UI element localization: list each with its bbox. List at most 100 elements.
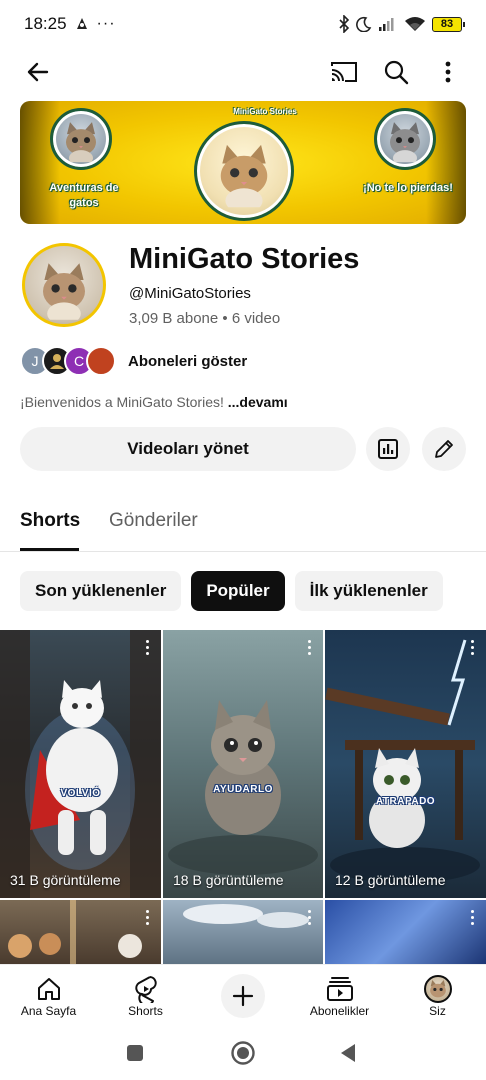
banner-right-text: ¡No te lo pierdas! [363,182,453,194]
active-tab-indicator [20,548,79,551]
banner-shade-right [426,101,466,224]
top-app-bar [0,48,486,96]
status-time: 18:25 [24,14,67,33]
wifi-icon [405,17,425,31]
nav-home[interactable]: Ana Sayfa [0,965,97,1027]
subscriber-letter: J [31,353,39,369]
status-more: ··· [96,15,116,32]
short-more-button[interactable] [143,910,151,928]
analytics-icon [378,439,398,459]
nav-home-label: Ana Sayfa [20,1004,77,1018]
create-button[interactable] [220,974,265,1018]
channel-handle: @MiniGatoStories [129,285,251,302]
chip-latest[interactable]: Son yüklenenler [20,571,182,611]
search-button[interactable] [376,52,416,92]
subscriptions-icon [326,977,353,1001]
short-thumbnail-image [168,700,318,875]
square-icon [127,1045,143,1061]
shorts-grid: VOLVIÓ 31 B görüntüleme AYUDARLO 18 B gö… [0,630,486,964]
signal-icon [379,18,394,31]
banner-cat-right [374,108,436,170]
channel-meta: 3,09 B abone • 6 video [129,310,281,327]
plus-icon [232,985,253,1007]
chip-oldest[interactable]: İlk yüklenenler [294,571,443,611]
banner-left-text: Aventuras de gatos [49,182,119,209]
more-vert-icon [445,61,451,83]
short-more-button[interactable] [143,640,151,658]
analytics-button[interactable] [366,427,410,471]
short-view-count: 12 B görüntüleme [335,872,446,888]
cat-face-icon [390,122,420,163]
recents-button[interactable] [120,1038,150,1068]
short-more-button[interactable] [468,640,476,658]
home-system-button[interactable] [228,1038,258,1068]
channel-tabs: Shorts Gönderiler [0,498,486,552]
bottom-navigation: Ana Sayfa Shorts Abonelikler Siz [0,964,486,1026]
short-tile[interactable] [163,900,323,964]
bluetooth-icon [339,15,350,33]
nav-shorts-label: Shorts [128,1004,163,1018]
status-bar: 18:25 ··· 83 [0,0,486,48]
description-more-link[interactable]: ...devamı [228,394,288,410]
battery-indicator: 83 [432,16,465,32]
back-button[interactable] [18,52,58,92]
short-caption: VOLVIÓ [60,788,101,799]
manage-videos-button[interactable]: Videoları yönet [20,427,356,471]
nav-subscriptions-label: Abonelikler [309,1004,370,1018]
cat-face-icon [429,980,446,998]
short-more-button[interactable] [305,910,313,928]
nav-you[interactable]: Siz [389,965,486,1027]
chip-popular[interactable]: Popüler [191,571,285,611]
channel-avatar[interactable] [22,243,106,327]
short-tile[interactable]: ATRAPADO 12 B görüntüleme [325,630,486,898]
subscriber-letter: C [73,353,85,369]
short-tile[interactable]: VOLVIÓ 31 B görüntüleme [0,630,161,898]
nav-you-label: Siz [429,1004,446,1018]
nav-create[interactable] [194,965,291,1027]
sort-chips: Son yüklenenler Popüler İlk yüklenenler [20,571,443,611]
short-more-button[interactable] [468,910,476,928]
home-icon [37,978,60,1000]
show-subscribers-row[interactable]: J C Aboneleri göster [20,345,247,377]
tab-shorts[interactable]: Shorts [20,510,80,532]
short-thumbnail-image [8,900,142,964]
edit-pencil-icon [435,440,453,458]
short-view-count: 18 B görüntüleme [173,872,284,888]
channel-name: MiniGato Stories [129,243,360,275]
show-subscribers-label: Aboneleri göster [128,352,248,370]
short-thumbnail-image [325,639,480,883]
banner-cat-left [50,108,112,170]
short-caption: ATRAPADO [375,796,436,807]
triangle-back-icon [341,1044,355,1062]
channel-banner: Aventuras de gatos MiniGato Stories ¡No … [20,101,466,224]
profile-avatar [423,975,452,1003]
banner-arc-title: MiniGato Stories [233,107,297,116]
cat-face-icon [220,144,268,208]
short-tile[interactable] [0,900,161,964]
notification-icon [76,18,87,29]
edit-channel-button[interactable] [422,427,466,471]
search-icon [384,60,409,85]
short-thumbnail-image [0,630,161,898]
circle-icon [231,1041,255,1065]
nav-shorts[interactable]: Shorts [97,965,194,1027]
short-tile[interactable] [325,900,486,964]
nav-subscriptions[interactable]: Abonelikler [291,965,388,1027]
cast-icon [331,62,357,82]
cat-face-icon [43,263,85,320]
subscriber-avatar [86,346,116,376]
short-more-button[interactable] [305,640,313,658]
cast-button[interactable] [324,52,364,92]
back-arrow-icon [27,62,49,82]
shorts-icon [134,976,157,1003]
short-view-count: 31 B görüntüleme [10,872,121,888]
short-tile[interactable]: AYUDARLO 18 B görüntüleme [163,630,323,898]
banner-cat-center [194,121,294,221]
more-options-button[interactable] [428,52,468,92]
tab-posts[interactable]: Gönderiler [109,510,198,532]
system-navigation-bar [0,1026,486,1080]
cat-face-icon [66,122,96,163]
short-caption: AYUDARLO [213,784,273,795]
channel-description[interactable]: ¡Bienvenidos a MiniGato Stories! ...deva… [20,394,288,410]
back-system-button[interactable] [333,1038,363,1068]
